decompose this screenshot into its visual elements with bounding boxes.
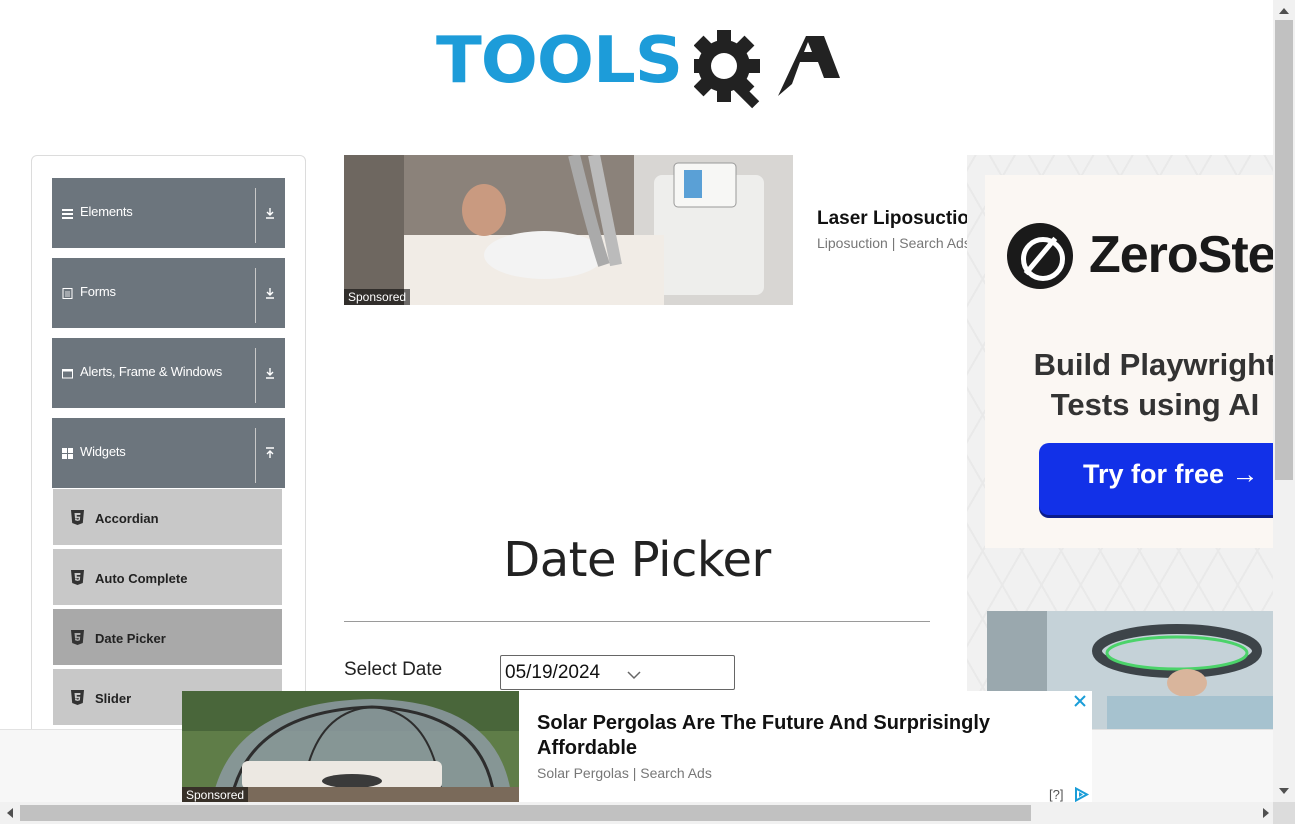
sidebar-group-forms[interactable]: Forms xyxy=(52,258,285,328)
sidebar-group-widgets[interactable]: Widgets xyxy=(52,418,285,488)
zerostep-brand: ZeroStep xyxy=(1089,226,1273,284)
sidebar-item-label: Date Picker xyxy=(95,631,166,646)
ad-right[interactable]: ZeroStep Build Playwright Tests using AI… xyxy=(967,155,1273,730)
sponsored-label: Sponsored xyxy=(344,289,411,305)
ad-top-image[interactable]: Sponsored xyxy=(344,155,793,305)
date-value: 05/19/2024 xyxy=(505,662,601,683)
chevron-down-icon xyxy=(627,671,641,680)
sidebar-item-date-picker[interactable]: Date Picker xyxy=(53,609,282,667)
ad-photo xyxy=(344,155,793,305)
ad-bottom[interactable]: Sponsored Solar Pergolas Are The Future … xyxy=(182,691,1092,803)
expand-down-icon[interactable] xyxy=(264,207,276,219)
close-icon[interactable] xyxy=(1072,693,1088,709)
sidebar-group-label: Forms xyxy=(80,284,116,299)
logo-text: TOOLS xyxy=(436,24,683,98)
sidebar-group-label: Widgets xyxy=(80,444,126,459)
html5-icon xyxy=(71,510,84,525)
select-date-label: Select Date xyxy=(344,659,443,680)
page-title: Date Picker xyxy=(503,532,771,588)
title-divider xyxy=(344,621,930,622)
scroll-right-icon[interactable] xyxy=(1263,808,1269,818)
date-picker-input[interactable]: 05/19/2024 xyxy=(500,655,735,690)
sidebar-item-label: Slider xyxy=(95,691,132,706)
vertical-scrollbar[interactable] xyxy=(1273,0,1295,802)
zerostep-ad-card[interactable]: ZeroStep Build Playwright Tests using AI… xyxy=(985,175,1273,548)
toolsqa-logo[interactable]: TOOLS xyxy=(436,18,846,114)
sidebar-item-accordian[interactable]: Accordian xyxy=(53,489,282,547)
divider xyxy=(255,348,256,403)
vertical-scroll-thumb[interactable] xyxy=(1275,20,1293,480)
ad-top-subtitle[interactable]: Liposuction | Search Ads xyxy=(817,235,977,251)
scroll-left-icon[interactable] xyxy=(7,808,13,818)
sidebar-item-label: Auto Complete xyxy=(95,571,188,586)
gear-icon xyxy=(694,30,840,109)
horizontal-scrollbar[interactable] xyxy=(0,802,1273,824)
sidebar-group-label: Elements xyxy=(80,204,133,219)
divider xyxy=(255,268,256,323)
sidebar-item-label: Accordian xyxy=(95,511,159,526)
scroll-down-icon[interactable] xyxy=(1279,788,1289,794)
scrollbar-corner xyxy=(1273,802,1295,824)
zerostep-logo-icon xyxy=(1007,223,1073,289)
try-for-free-button[interactable]: Try for free → xyxy=(1039,443,1273,515)
sidebar-item-auto-complete[interactable]: Auto Complete xyxy=(53,549,282,607)
collapse-up-icon[interactable] xyxy=(264,447,276,459)
scroll-up-icon[interactable] xyxy=(1279,8,1289,14)
divider xyxy=(255,188,256,243)
ad-bottom-title[interactable]: Solar Pergolas Are The Future And Surpri… xyxy=(537,711,1017,761)
adchoices-icon[interactable] xyxy=(1072,787,1090,802)
horizontal-scroll-thumb[interactable] xyxy=(20,805,1031,821)
window-icon xyxy=(62,369,73,379)
sidebar-group-elements[interactable]: Elements xyxy=(52,178,285,248)
html5-icon xyxy=(71,570,84,585)
grid-icon xyxy=(62,448,73,459)
sidebar-group-alerts-frame-windows[interactable]: Alerts, Frame & Windows xyxy=(52,338,285,408)
sidebar-group-label: Alerts, Frame & Windows xyxy=(80,364,223,379)
html5-icon xyxy=(71,630,84,645)
html5-icon xyxy=(71,690,84,705)
ad-bottom-subtitle[interactable]: Solar Pergolas | Search Ads xyxy=(537,765,712,781)
hamburger-icon xyxy=(62,209,73,219)
expand-down-icon[interactable] xyxy=(264,367,276,379)
left-sidebar: Elements Forms Alerts, Frame & Windows W… xyxy=(31,155,306,755)
document-icon xyxy=(62,288,73,299)
divider xyxy=(255,428,256,483)
ad-bottom-image[interactable]: Sponsored xyxy=(182,691,519,803)
sponsored-label: Sponsored xyxy=(182,787,249,803)
expand-down-icon[interactable] xyxy=(264,287,276,299)
page: TOOLS Elements Forms Alerts, Frame & Win… xyxy=(0,0,1295,824)
ad-help-link[interactable]: [?] xyxy=(1049,787,1063,802)
ad-top-title[interactable]: Laser Liposuction xyxy=(817,208,977,230)
zerostep-tagline: Build Playwright Tests using AI xyxy=(1033,347,1273,422)
